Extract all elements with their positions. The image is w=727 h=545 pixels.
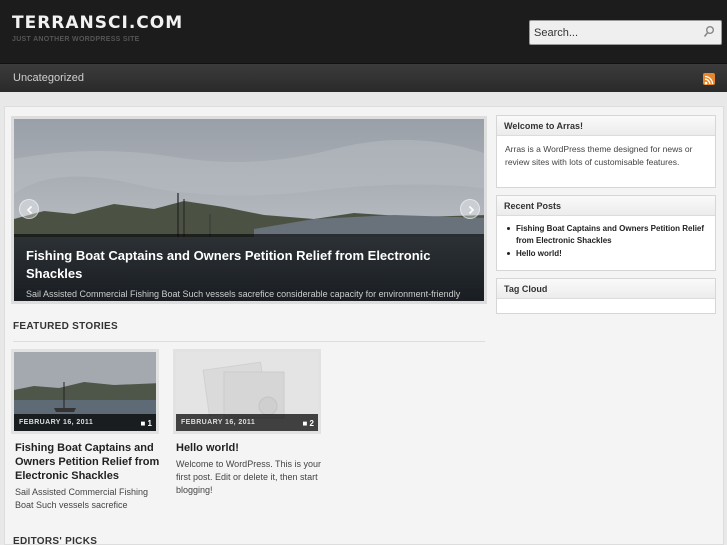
post-date: FEBRUARY 16, 2011: [14, 414, 156, 431]
widget-welcome: Welcome to Arras! Arras is a WordPress t…: [496, 115, 716, 188]
post-excerpt: Sail Assisted Commercial Fishing Boat Su…: [15, 487, 149, 510]
chevron-left-icon[interactable]: [19, 199, 39, 219]
widget-text: Arras is a WordPress theme designed for …: [505, 144, 693, 167]
post-excerpt: Welcome to WordPress. This is your first…: [176, 459, 322, 495]
site-tagline: JUST ANOTHER WORDPRESS SITE: [12, 36, 140, 43]
widget-recent-posts: Recent Posts Fishing Boat Captains and O…: [496, 195, 716, 271]
widget-title: Recent Posts: [497, 196, 715, 216]
search-icon[interactable]: [703, 25, 715, 39]
chevron-right-icon[interactable]: [460, 199, 480, 219]
nav-item-uncategorized[interactable]: Uncategorized: [13, 72, 84, 84]
slide-title[interactable]: Fishing Boat Captains and Owners Petitio…: [26, 247, 466, 283]
featured-stories-heading: FEATURED STORIES: [13, 321, 118, 332]
post-date: FEBRUARY 16, 2011: [176, 414, 318, 431]
widget-title: Welcome to Arras!: [497, 116, 715, 136]
search-input[interactable]: [534, 24, 694, 42]
widget-title: Tag Cloud: [497, 279, 715, 299]
post-title[interactable]: Fishing Boat Captains and Owners Petitio…: [15, 441, 163, 483]
comment-bubble-icon: ■: [302, 419, 308, 428]
search-box: [529, 20, 722, 45]
recent-posts-list: Fishing Boat Captains and Owners Petitio…: [497, 216, 715, 267]
divider: [13, 341, 485, 342]
recent-post-link[interactable]: Fishing Boat Captains and Owners Petitio…: [505, 223, 707, 247]
featured-slideshow[interactable]: Fishing Boat Captains and Owners Petitio…: [11, 116, 487, 304]
comment-bubble-icon: ■: [140, 419, 146, 428]
site-header: TERRANSCI.COM JUST ANOTHER WORDPRESS SIT…: [0, 0, 727, 64]
editors-picks-heading: EDITORS' PICKS: [13, 536, 98, 545]
slide-excerpt: Sail Assisted Commercial Fishing Boat Su…: [26, 289, 461, 299]
post-title[interactable]: Hello world!: [176, 441, 324, 455]
comment-count[interactable]: ■ 1: [140, 419, 152, 428]
site-title[interactable]: TERRANSCI.COM: [12, 13, 183, 33]
main-nav: Uncategorized: [0, 64, 727, 92]
rss-feed-icon[interactable]: [703, 73, 715, 85]
post-thumbnail[interactable]: FEBRUARY 16, 2011 ■ 2: [173, 349, 321, 434]
post-thumbnail[interactable]: FEBRUARY 16, 2011 ■ 1: [11, 349, 159, 434]
widget-tag-cloud: Tag Cloud: [496, 278, 716, 314]
recent-post-link[interactable]: Hello world!: [505, 248, 707, 260]
comment-count[interactable]: ■ 2: [302, 419, 314, 428]
